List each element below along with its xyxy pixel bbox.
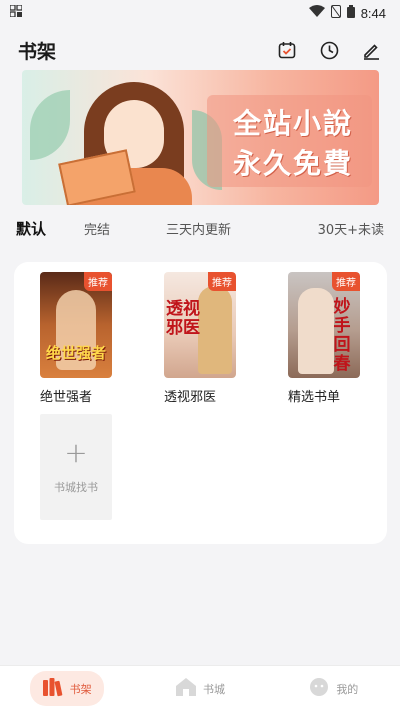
profile-face-icon bbox=[308, 677, 330, 700]
book-item[interactable]: 绝世强者 推荐 绝世强者 bbox=[40, 272, 112, 405]
battery-icon bbox=[346, 4, 355, 22]
no-sim-icon bbox=[330, 4, 341, 22]
banner-leaf-decoration bbox=[30, 90, 70, 160]
recommend-badge: 推荐 bbox=[332, 272, 360, 291]
bottom-nav: 书架 书城 我的 bbox=[0, 665, 400, 711]
book-title: 精选书单 bbox=[288, 390, 341, 405]
book-item[interactable]: 透视邪医 推荐 透视邪医 bbox=[164, 272, 236, 405]
nav-item-mine[interactable]: 我的 bbox=[296, 671, 370, 706]
header: 书架 bbox=[0, 30, 400, 70]
notification-icon bbox=[9, 4, 23, 21]
nav-label: 我的 bbox=[336, 682, 359, 696]
cover-art bbox=[198, 286, 232, 374]
filter-tab-unread[interactable]: 30天+未读 bbox=[318, 219, 384, 238]
add-book-button[interactable]: + 书城找书 bbox=[40, 414, 112, 520]
filter-tab-finished[interactable]: 完结 bbox=[84, 219, 110, 238]
wifi-icon bbox=[308, 4, 325, 22]
history-clock-icon[interactable] bbox=[318, 39, 340, 61]
edit-pen-icon[interactable] bbox=[360, 39, 382, 61]
cover-title-art: 妙手回春 bbox=[333, 297, 351, 374]
filter-tab-recent-update[interactable]: 三天内更新 bbox=[166, 219, 231, 238]
home-icon bbox=[175, 677, 197, 700]
nav-item-bookshelf[interactable]: 书架 bbox=[29, 671, 104, 706]
recommend-badge: 推荐 bbox=[84, 272, 112, 291]
book-title: 透视邪医 bbox=[164, 390, 217, 405]
banner-subheadline: 永久免費 bbox=[232, 147, 353, 180]
book-title: 绝世强者 bbox=[40, 390, 93, 405]
cover-title-art: 透视邪医 bbox=[166, 299, 200, 338]
book-cover[interactable]: 妙手回春 推荐 bbox=[288, 272, 360, 378]
book-cover[interactable]: 透视邪医 推荐 bbox=[164, 272, 236, 378]
filter-tab-default[interactable]: 默认 bbox=[16, 218, 46, 239]
plus-icon: + bbox=[64, 436, 88, 469]
banner-headline: 全站小說 bbox=[232, 107, 353, 140]
add-book-label: 书城找书 bbox=[54, 481, 98, 494]
nav-item-bookstore[interactable]: 书城 bbox=[163, 671, 237, 706]
nav-label: 书城 bbox=[202, 682, 225, 696]
bookshelf-icon bbox=[42, 677, 64, 700]
recommend-badge: 推荐 bbox=[208, 272, 236, 291]
status-time: 8:44 bbox=[360, 5, 386, 21]
bookshelf-grid: 绝世强者 推荐 绝世强者 透视邪医 推荐 透视邪医 妙手回春 推荐 精选书单 +… bbox=[14, 262, 387, 544]
nav-label: 书架 bbox=[69, 682, 92, 696]
status-bar: 8:44 bbox=[0, 0, 400, 26]
promo-banner[interactable]: 全站小說 永久免費 bbox=[22, 70, 379, 205]
shelf-filter-tabs: 默认 完结 三天内更新 30天+未读 bbox=[0, 215, 400, 241]
book-cover[interactable]: 绝世强者 推荐 bbox=[40, 272, 112, 378]
calendar-check-icon[interactable] bbox=[276, 39, 298, 61]
page-title: 书架 bbox=[18, 40, 57, 63]
cover-title-art: 绝世强者 bbox=[45, 344, 106, 362]
book-item[interactable]: 妙手回春 推荐 精选书单 bbox=[288, 272, 360, 405]
